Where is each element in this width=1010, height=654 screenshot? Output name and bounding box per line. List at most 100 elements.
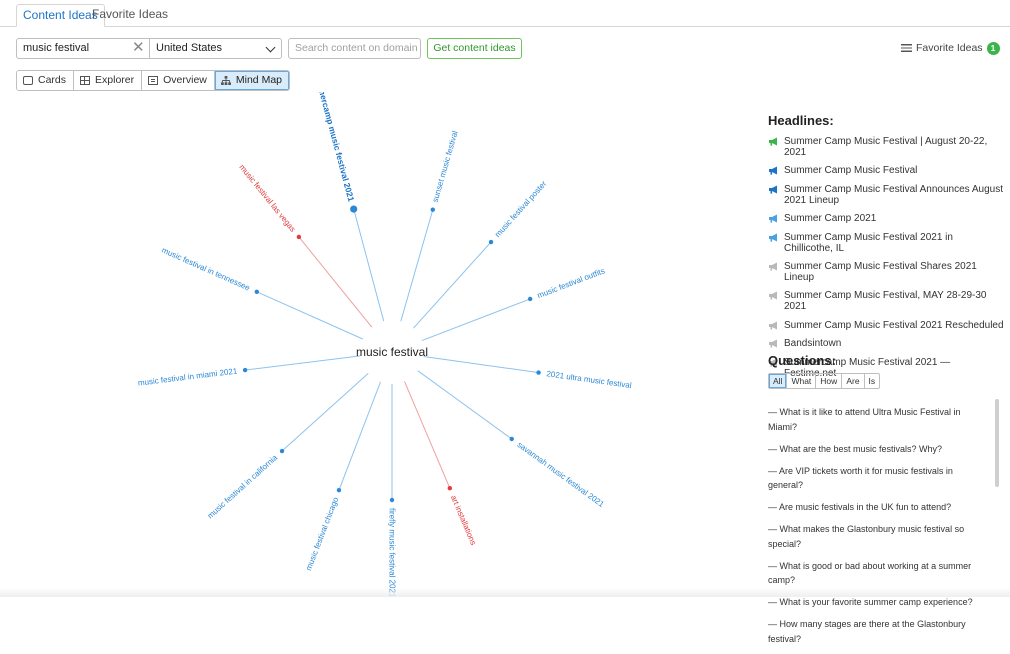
overview-icon <box>148 76 159 85</box>
view-explorer-button[interactable]: Explorer <box>74 71 143 90</box>
megaphone-icon <box>769 321 777 330</box>
mind-map-node-selected[interactable] <box>350 205 358 213</box>
mind-map-link <box>353 208 385 322</box>
country-select-value: United States <box>156 42 223 54</box>
megaphone-icon <box>769 233 777 242</box>
mind-map-node-label[interactable]: 2021 ultra music festival <box>546 369 632 390</box>
tab-favorite-ideas[interactable]: Favorite Ideas <box>86 4 174 26</box>
clear-keyword-icon[interactable]: ✕ <box>132 40 145 56</box>
question-item[interactable]: — What is good or bad about working at a… <box>768 559 990 588</box>
mind-map: summercamp music festival 2021 sunset mus… <box>137 92 632 597</box>
mind-map-node-label[interactable]: music festival in california <box>206 453 280 521</box>
mind-map-link <box>281 373 369 452</box>
favorite-count-badge: 1 <box>986 42 1000 55</box>
mind-map-node[interactable] <box>430 207 435 212</box>
question-filter-how[interactable]: How <box>816 374 843 388</box>
mind-map-link <box>256 291 363 340</box>
mind-map-link <box>298 236 373 328</box>
view-mind-map-button[interactable]: Mind Map <box>214 71 289 90</box>
headline-text: Bandsintown <box>784 338 842 350</box>
mind-map-link <box>400 209 434 322</box>
view-cards-button[interactable]: Cards <box>17 71 75 90</box>
question-item[interactable]: — How many stages are there at the Glast… <box>768 617 990 646</box>
question-item[interactable]: — What is your favorite summer camp expe… <box>768 595 990 610</box>
mind-map-node[interactable] <box>296 234 302 240</box>
questions-list: — What is it like to attend Ultra Music … <box>768 405 990 654</box>
questions-scrollbar[interactable] <box>995 399 999 487</box>
mind-map-node-label[interactable]: music festival in miami 2021 <box>137 366 238 387</box>
mind-map-node-label[interactable]: summercamp music festival 2021 <box>312 92 357 203</box>
mind-map-node-label[interactable]: music festival in tennessee <box>160 246 252 293</box>
headline-item[interactable]: Bandsintown <box>768 338 1004 349</box>
view-mode-switcher: Cards Explorer Overview Mind Map <box>16 70 290 91</box>
mind-map-link <box>413 241 492 329</box>
view-cards-label: Cards <box>38 74 67 86</box>
mind-map-node[interactable] <box>509 436 514 442</box>
megaphone-icon <box>769 262 777 271</box>
mind-map-node-label[interactable]: firefly music festival 2021 <box>388 508 397 597</box>
question-filter-all[interactable]: All <box>769 374 788 388</box>
headline-text: Summer Camp Music Festival 2021 in Chill… <box>784 231 953 254</box>
mind-map-link <box>423 355 539 374</box>
mind-map-node[interactable] <box>389 497 395 503</box>
mind-map-node[interactable] <box>488 239 494 245</box>
get-content-ideas-button[interactable]: Get content ideas <box>427 38 522 59</box>
question-filter-are[interactable]: Are <box>842 374 865 388</box>
mind-map-node[interactable] <box>242 367 248 373</box>
question-filter: All What How Are Is <box>768 373 881 389</box>
headline-text: Summer Camp Music Festival Shares 2021 L… <box>784 260 977 283</box>
headline-text: Summer Camp Music Festival Announces Aug… <box>784 183 1003 206</box>
mind-map-node[interactable] <box>279 448 285 454</box>
cards-icon <box>23 76 33 85</box>
headline-item[interactable]: Summer Camp Music Festival Shares 2021 L… <box>768 261 1004 283</box>
headline-item[interactable]: Summer Camp Music Festival 2021 Reschedu… <box>768 320 1004 331</box>
mind-map-node-label[interactable]: music festival poster <box>493 179 548 239</box>
headline-item[interactable]: Summer Camp 2021 <box>768 213 1004 224</box>
mind-map-link <box>245 355 361 371</box>
headlines-title: Headlines: <box>768 113 834 128</box>
chevron-down-icon <box>265 42 276 53</box>
headline-text: Summer Camp Music Festival | August 20-2… <box>784 136 988 158</box>
bottom-edge <box>0 588 1010 597</box>
mind-map-node-label[interactable]: art installations <box>449 494 478 547</box>
mind-map-node[interactable] <box>536 370 541 375</box>
questions-title: Questions: <box>768 353 836 368</box>
headline-text: Summer Camp Music Festival 2021 Reschedu… <box>784 319 1004 331</box>
question-item[interactable]: — Are VIP tickets worth it for music fes… <box>768 464 990 493</box>
mind-map-node[interactable] <box>254 289 259 295</box>
keyword-input[interactable]: music festival <box>16 38 150 59</box>
mind-map-node[interactable] <box>447 486 453 491</box>
mind-map-node-label[interactable]: sunset music festival <box>431 130 460 204</box>
domain-search-input[interactable]: Search content on domain <box>288 38 421 59</box>
view-mind-map-label: Mind Map <box>235 74 282 86</box>
megaphone-icon <box>769 339 777 348</box>
mind-map-center-label: music festival <box>356 345 428 359</box>
headline-item[interactable]: Summer Camp Music Festival, MAY 28-29-30… <box>768 290 1004 312</box>
question-item[interactable]: — Are music festivals in the UK fun to a… <box>768 500 990 515</box>
favorite-ideas-link[interactable]: Favorite Ideas 1 <box>901 41 1000 55</box>
question-filter-what[interactable]: What <box>787 374 817 388</box>
view-overview-button[interactable]: Overview <box>142 71 215 90</box>
mind-map-icon <box>220 76 231 85</box>
mind-map-node-label[interactable]: savannah music festival 2021 <box>516 440 607 509</box>
megaphone-icon <box>769 185 777 194</box>
mind-map-link <box>417 370 513 440</box>
question-item[interactable]: — What makes the Glastonbury music festi… <box>768 522 990 551</box>
country-select[interactable]: United States <box>149 38 282 59</box>
question-filter-is[interactable]: Is <box>865 374 880 388</box>
mind-map-node-label[interactable]: music festival chicago <box>304 495 340 571</box>
question-item[interactable]: — What are the best music festivals? Why… <box>768 442 990 457</box>
headline-item[interactable]: Summer Camp Music Festival <box>768 165 1004 176</box>
mind-map-link <box>421 298 531 341</box>
headline-item[interactable]: Summer Camp Music Festival 2021 in Chill… <box>768 232 1004 254</box>
question-item[interactable]: — What is it like to attend Ultra Music … <box>768 405 990 434</box>
headline-item[interactable]: Summer Camp Music Festival | August 20-2… <box>768 136 1004 158</box>
headline-text: Summer Camp 2021 <box>784 213 877 225</box>
mind-map-node-label[interactable]: music festival las vegas <box>237 163 297 234</box>
view-overview-label: Overview <box>163 74 207 86</box>
mind-map-node-label[interactable]: music festival outfits <box>536 266 606 300</box>
mind-map-node[interactable] <box>336 487 342 493</box>
mind-map-node[interactable] <box>527 296 533 302</box>
headline-item[interactable]: Summer Camp Music Festival Announces Aug… <box>768 184 1004 206</box>
megaphone-icon <box>769 166 777 175</box>
